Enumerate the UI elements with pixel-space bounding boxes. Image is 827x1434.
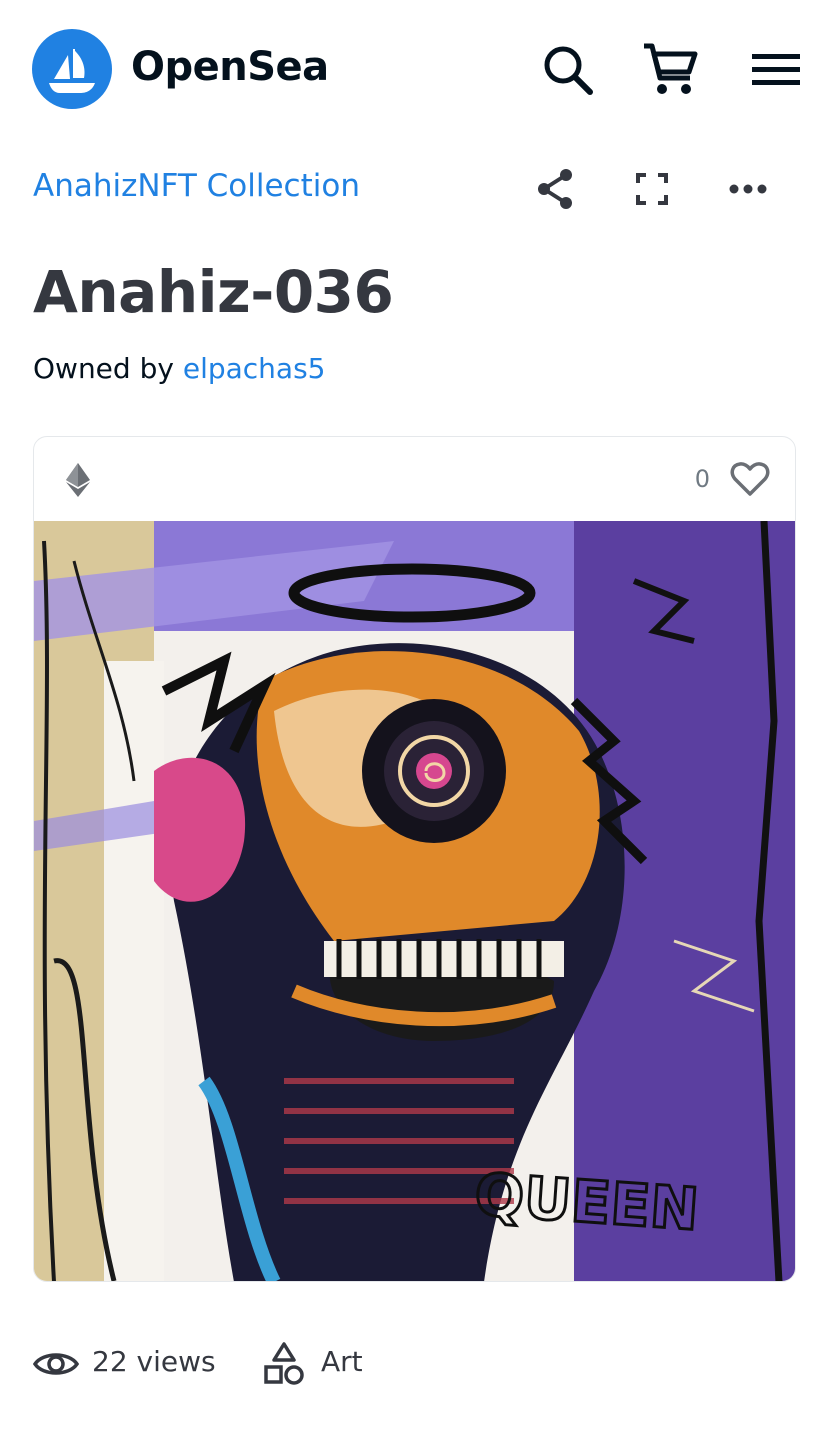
owned-by-label: Owned by	[33, 352, 174, 385]
nft-media-card: 0 QUEEN	[33, 436, 796, 1282]
item-title: Anahiz-036	[33, 258, 394, 326]
ethereum-icon	[66, 463, 90, 497]
brand-name[interactable]: OpenSea	[131, 44, 329, 90]
category-shapes-icon	[264, 1342, 304, 1385]
eye-icon	[33, 1353, 79, 1375]
collection-link[interactable]: AnahizNFT Collection	[33, 168, 360, 204]
search-icon[interactable]	[538, 40, 598, 100]
share-icon[interactable]	[532, 165, 580, 213]
top-nav-bar: OpenSea	[0, 0, 827, 140]
nft-artwork-image[interactable]: QUEEN	[34, 521, 795, 1281]
menu-icon[interactable]	[748, 40, 804, 100]
views-count: 22 views	[92, 1345, 216, 1378]
owned-by-line: Owned by elpachas5	[33, 352, 325, 385]
fullscreen-icon[interactable]	[628, 165, 676, 213]
more-icon[interactable]	[724, 165, 772, 213]
favorite-heart-icon[interactable]	[730, 461, 770, 497]
owner-link[interactable]: elpachas5	[183, 352, 326, 385]
card-header: 0	[34, 437, 795, 521]
opensea-logo-icon[interactable]	[32, 29, 112, 109]
category-label[interactable]: Art	[321, 1345, 363, 1378]
like-count: 0	[694, 465, 710, 493]
cart-icon[interactable]	[640, 40, 700, 100]
